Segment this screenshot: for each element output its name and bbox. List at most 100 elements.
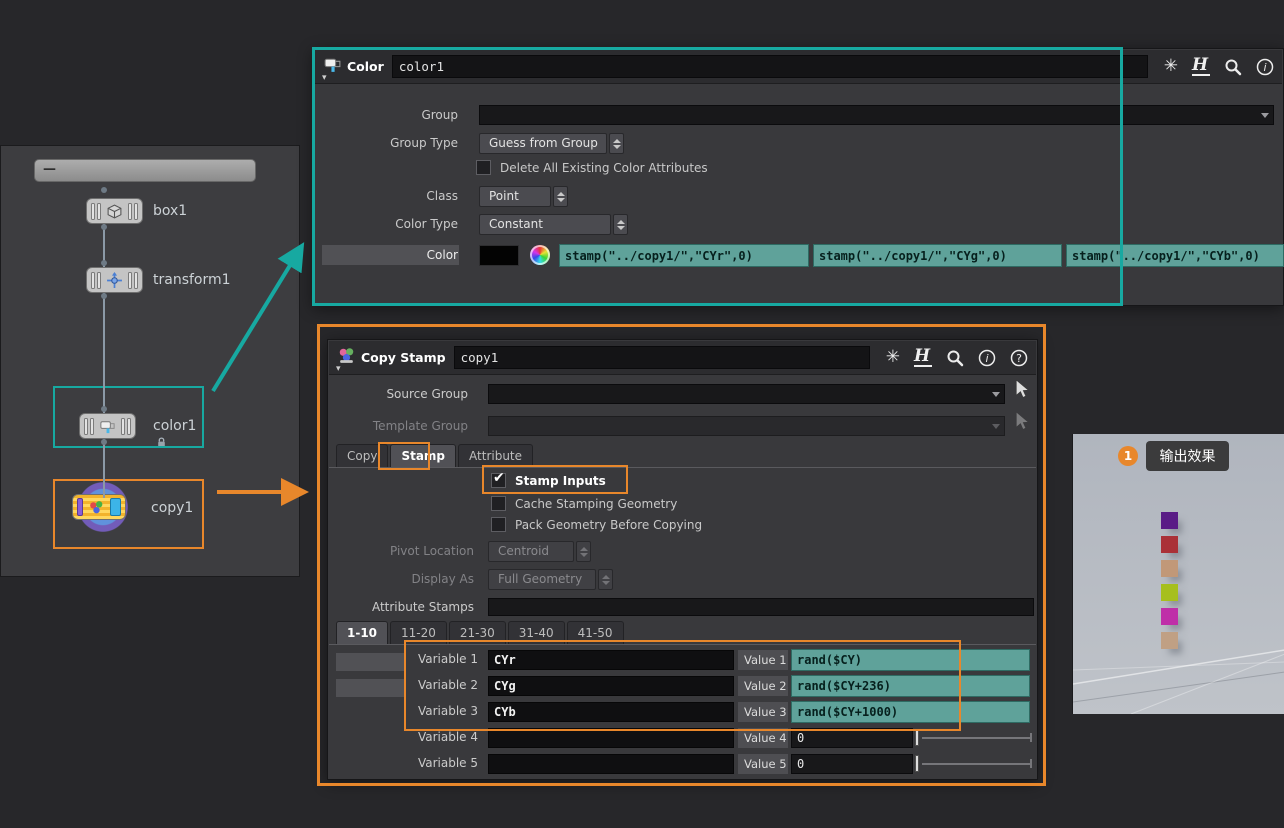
node-flag[interactable] — [90, 417, 94, 435]
pack-geometry-label: Pack Geometry Before Copying — [515, 518, 703, 532]
class-spinner[interactable] — [553, 186, 568, 207]
cache-stamping-checkbox[interactable] — [491, 496, 506, 511]
node-flag[interactable] — [97, 202, 101, 220]
help-icon[interactable]: ? — [1010, 349, 1028, 367]
source-group-field[interactable] — [488, 384, 1005, 404]
variable-5-name-field[interactable] — [488, 754, 734, 774]
display-as-spinner — [598, 569, 613, 590]
value-4-label: Value 4 — [738, 728, 788, 748]
variable-4-label: Variable 4 — [417, 730, 478, 744]
houdini-help-icon[interactable]: H — [913, 348, 932, 367]
value-3-field[interactable] — [791, 701, 1030, 723]
node-flag[interactable] — [128, 202, 132, 220]
value-1-field[interactable] — [791, 649, 1030, 671]
svg-text:?: ? — [1016, 352, 1022, 365]
value-4-slider-handle[interactable] — [915, 729, 919, 746]
value-5-slider-handle[interactable] — [915, 755, 919, 772]
pivot-location-menu[interactable]: Centroid — [488, 541, 574, 562]
tab-attribute[interactable]: Attribute — [458, 444, 534, 467]
node-flag[interactable] — [110, 498, 121, 516]
variable-2-ladder-handle[interactable] — [336, 653, 406, 671]
range-tab-21-30[interactable]: 21-30 — [448, 621, 506, 644]
value-4-slider-track[interactable] — [922, 737, 1030, 739]
node-flag[interactable] — [127, 417, 131, 435]
color-swatch[interactable] — [479, 245, 519, 266]
pivot-location-label: Pivot Location — [389, 544, 474, 558]
copy-stamp-node-icon — [90, 500, 103, 513]
node-flag[interactable] — [97, 271, 101, 289]
search-icon[interactable] — [946, 349, 964, 367]
range-tab-1-10[interactable]: 1-10 — [336, 621, 389, 644]
color-type-label: Color Type — [395, 217, 458, 231]
cache-stamping-label: Cache Stamping Geometry — [515, 497, 678, 511]
node-flag[interactable] — [84, 417, 88, 435]
node-menu-caret-icon[interactable]: ▾ — [322, 73, 327, 83]
range-tab-31-40[interactable]: 31-40 — [507, 621, 565, 644]
node-name-field[interactable] — [391, 55, 1148, 78]
info-icon[interactable]: i — [978, 349, 996, 367]
network-editor[interactable]: — box1 transform1 color1 copy1 — [0, 145, 300, 577]
node-flag[interactable] — [134, 202, 138, 220]
info-icon[interactable]: i — [1256, 58, 1274, 76]
value-2-field[interactable] — [791, 675, 1030, 697]
rendered-box-swatch — [1161, 536, 1178, 553]
value-5-slider-track[interactable] — [922, 763, 1030, 765]
range-tab-41-50[interactable]: 41-50 — [566, 621, 624, 644]
copy-stamp-panel-header: ▾ Copy Stamp ✳ H i ? — [329, 341, 1036, 375]
houdini-help-icon[interactable]: H — [1191, 57, 1210, 76]
stamp-inputs-checkbox[interactable]: ✔ — [491, 470, 506, 488]
color-type-menu[interactable]: Constant — [479, 214, 611, 235]
attribute-stamps-field[interactable] — [488, 598, 1034, 616]
value-5-slider-end — [1030, 759, 1032, 768]
rendered-box-swatch — [1161, 512, 1178, 529]
color-g-expression-field[interactable] — [813, 244, 1062, 267]
range-tab-11-20[interactable]: 11-20 — [390, 621, 447, 644]
variable-3-name-field[interactable] — [488, 702, 734, 722]
tab-copy[interactable]: Copy — [336, 444, 389, 467]
color-r-expression-field[interactable] — [559, 244, 809, 267]
gear-icon[interactable]: ✳ — [1164, 58, 1178, 75]
node-flag[interactable] — [121, 417, 125, 435]
node-menu-caret-icon[interactable]: ▾ — [336, 364, 341, 374]
value-4-field[interactable] — [791, 728, 913, 748]
node-box1[interactable] — [86, 198, 143, 224]
display-as-menu[interactable]: Full Geometry — [488, 569, 596, 590]
color-b-expression-field[interactable] — [1066, 244, 1284, 267]
node-flag[interactable] — [77, 498, 83, 516]
variable-3-ladder-handle[interactable] — [336, 679, 406, 697]
class-menu[interactable]: Point — [479, 186, 551, 207]
group-type-menu[interactable]: Guess from Group — [479, 133, 607, 154]
node-label-transform1: transform1 — [153, 272, 231, 288]
pivot-location-spinner — [576, 541, 591, 562]
node-color1[interactable] — [79, 413, 136, 439]
chevron-down-icon[interactable] — [992, 392, 1000, 397]
delete-existing-checkbox[interactable] — [476, 160, 491, 175]
template-group-field[interactable] — [488, 416, 1005, 436]
node-flag[interactable] — [134, 271, 138, 289]
gear-icon[interactable]: ✳ — [886, 349, 900, 366]
chevron-down-icon[interactable] — [1261, 113, 1269, 118]
group-type-spinner[interactable] — [609, 133, 624, 154]
group-select-arrow-icon[interactable] — [1012, 379, 1029, 400]
node-flag[interactable] — [91, 271, 95, 289]
tab-stamp[interactable]: Stamp — [390, 444, 457, 467]
color-wheel-icon[interactable] — [530, 245, 550, 265]
search-icon[interactable] — [1224, 58, 1242, 76]
variable-2-name-field[interactable] — [488, 676, 734, 696]
variable-1-name-field[interactable] — [488, 650, 734, 670]
value-5-field[interactable] — [791, 754, 913, 774]
class-label: Class — [426, 189, 458, 203]
pack-geometry-checkbox[interactable] — [491, 517, 506, 532]
node-flag[interactable] — [91, 202, 95, 220]
node-flag[interactable] — [128, 271, 132, 289]
network-box-header[interactable]: — — [34, 159, 256, 182]
variable-4-name-field[interactable] — [488, 728, 734, 748]
node-transform1[interactable] — [86, 267, 143, 293]
collapse-minus-icon[interactable]: — — [43, 162, 56, 177]
group-field[interactable] — [479, 105, 1274, 125]
group-type-label: Group Type — [390, 136, 458, 150]
node-copy1[interactable] — [72, 494, 126, 520]
color-type-spinner[interactable] — [613, 214, 628, 235]
node-name-field[interactable] — [453, 346, 870, 369]
delete-existing-label: Delete All Existing Color Attributes — [500, 161, 708, 175]
